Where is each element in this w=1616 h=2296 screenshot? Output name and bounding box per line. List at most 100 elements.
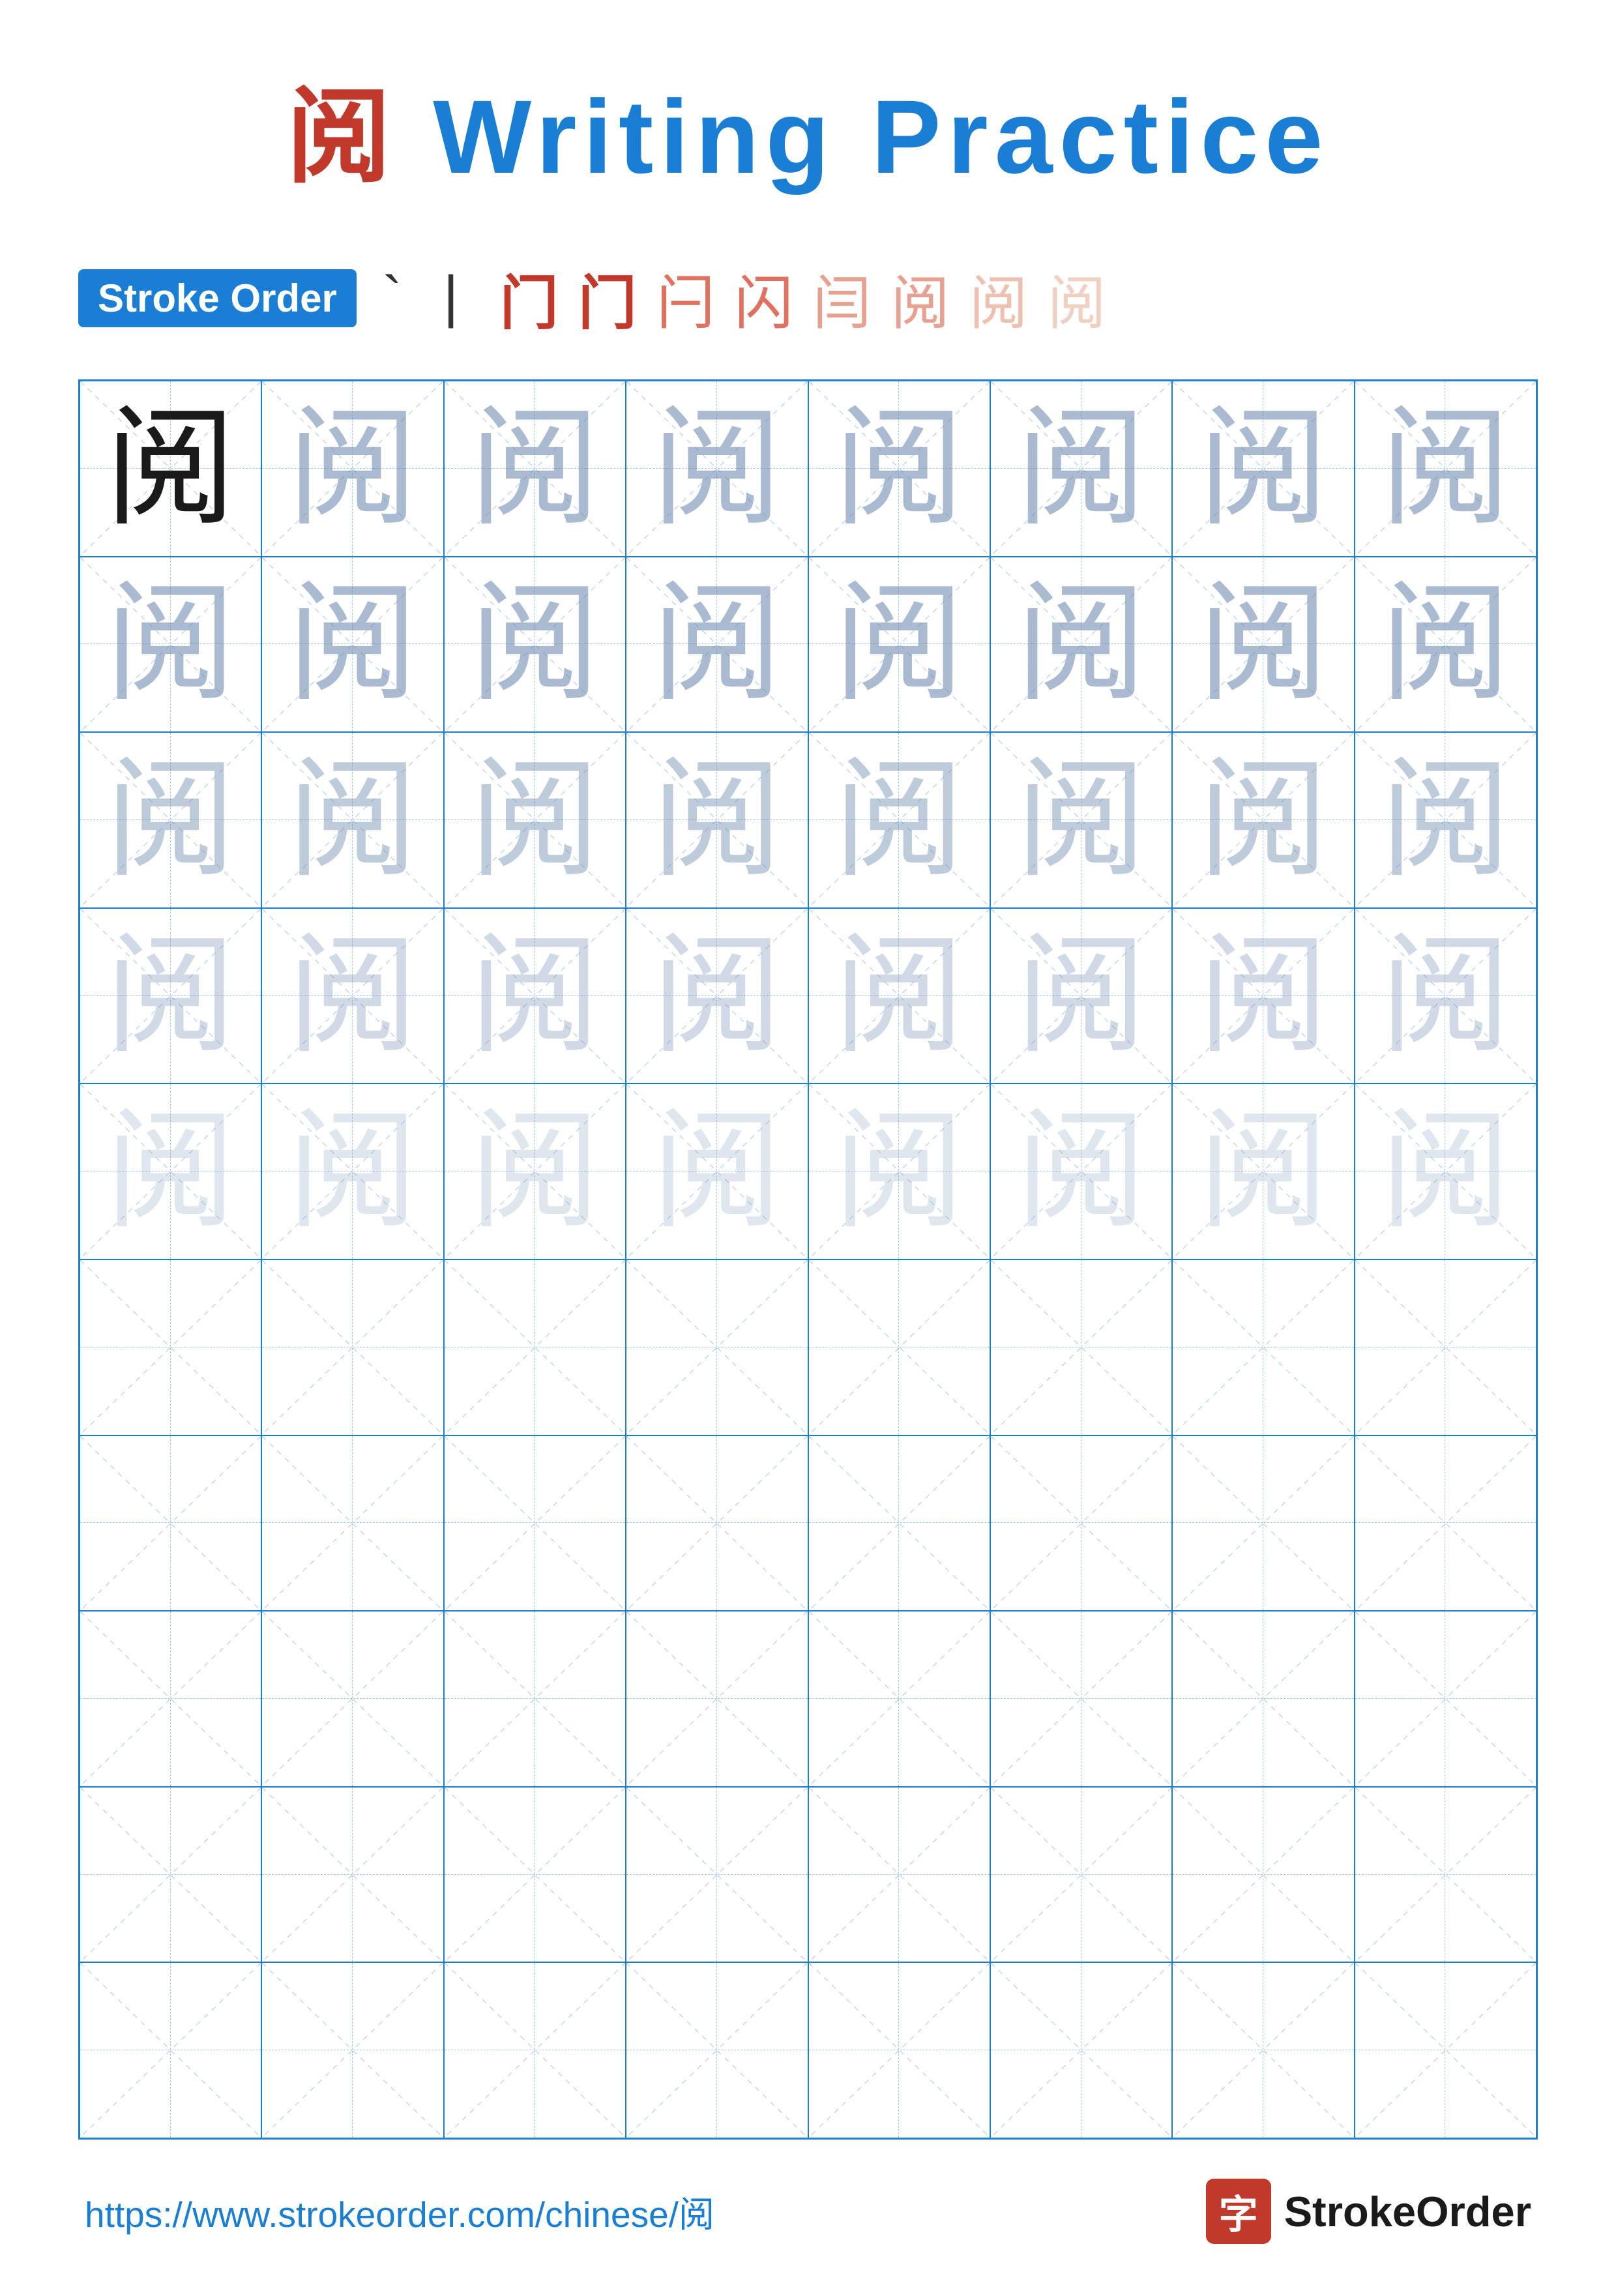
stroke-4: 门 bbox=[578, 256, 637, 340]
grid-cell bbox=[1355, 1787, 1536, 1963]
grid-cell: 阅 bbox=[444, 381, 626, 557]
grid-cell: 阅 bbox=[80, 557, 261, 733]
practice-char: 阅 bbox=[1016, 931, 1147, 1061]
practice-char: 阅 bbox=[1380, 404, 1510, 534]
practice-char: 阅 bbox=[106, 579, 236, 709]
grid-cell bbox=[444, 1962, 626, 2138]
grid-cell bbox=[626, 1787, 808, 1963]
grid-cell bbox=[261, 1962, 443, 2138]
footer-url[interactable]: https://www.strokeorder.com/chinese/阅 bbox=[85, 2185, 714, 2237]
practice-char: 阅 bbox=[1198, 579, 1329, 709]
grid-cell: 阅 bbox=[808, 908, 990, 1084]
footer-logo: 字 StrokeOrder bbox=[1206, 2179, 1531, 2244]
grid-cell bbox=[1172, 1962, 1354, 2138]
grid-cell: 阅 bbox=[626, 381, 808, 557]
grid-cell: 阅 bbox=[261, 1083, 443, 1259]
practice-char: 阅 bbox=[652, 755, 782, 885]
practice-char: 阅 bbox=[652, 1106, 782, 1237]
stroke-9: 阅 bbox=[969, 256, 1028, 340]
grid-cell bbox=[261, 1787, 443, 1963]
page-title: 阅 Writing Practice bbox=[78, 52, 1538, 203]
practice-char: 阅 bbox=[1016, 1106, 1147, 1237]
grid-cell: 阅 bbox=[1355, 381, 1536, 557]
practice-char: 阅 bbox=[834, 579, 964, 709]
practice-char: 阅 bbox=[652, 931, 782, 1061]
grid-cell: 阅 bbox=[1355, 732, 1536, 908]
title-char: 阅 bbox=[287, 78, 398, 195]
grid-cell: 阅 bbox=[80, 908, 261, 1084]
practice-char: 阅 bbox=[1016, 579, 1147, 709]
title-text: Writing Practice bbox=[433, 78, 1329, 195]
grid-cell: 阅 bbox=[626, 1083, 808, 1259]
practice-char: 阅 bbox=[106, 1106, 236, 1237]
grid-cell: 阅 bbox=[444, 557, 626, 733]
practice-char: 阅 bbox=[1198, 404, 1329, 534]
grid-cell: 阅 bbox=[1172, 381, 1354, 557]
practice-char: 阅 bbox=[287, 755, 418, 885]
grid-cell: 阅 bbox=[261, 732, 443, 908]
grid-cell bbox=[626, 1435, 808, 1612]
grid-cell bbox=[808, 1787, 990, 1963]
stroke-1: ` bbox=[383, 265, 402, 332]
stroke-2: 丨 bbox=[422, 256, 480, 340]
grid-cell bbox=[808, 1259, 990, 1435]
practice-char: 阅 bbox=[287, 1106, 418, 1237]
grid-cell: 阅 bbox=[990, 1083, 1172, 1259]
grid-cell: 阅 bbox=[990, 557, 1172, 733]
grid-cell: 阅 bbox=[1355, 1083, 1536, 1259]
grid-cell bbox=[80, 1787, 261, 1963]
practice-char: 阅 bbox=[1198, 931, 1329, 1061]
stroke-5: 闩 bbox=[656, 256, 715, 340]
practice-char: 阅 bbox=[1198, 755, 1329, 885]
grid-cell: 阅 bbox=[444, 1083, 626, 1259]
grid-cell bbox=[626, 1611, 808, 1787]
practice-char: 阅 bbox=[1016, 404, 1147, 534]
grid-cell: 阅 bbox=[80, 381, 261, 557]
practice-char: 阅 bbox=[1016, 755, 1147, 885]
grid-cell bbox=[1172, 1787, 1354, 1963]
grid-cell bbox=[1355, 1611, 1536, 1787]
practice-char: 阅 bbox=[287, 404, 418, 534]
stroke-order-chars: ` 丨 门 门 闩 闪 闫 阅 阅 阅 bbox=[383, 256, 1106, 340]
practice-char: 阅 bbox=[1380, 579, 1510, 709]
grid-cell bbox=[80, 1611, 261, 1787]
grid-cell bbox=[1172, 1611, 1354, 1787]
grid-cell: 阅 bbox=[626, 908, 808, 1084]
grid-cell: 阅 bbox=[990, 908, 1172, 1084]
practice-char: 阅 bbox=[834, 404, 964, 534]
grid-cell: 阅 bbox=[1355, 908, 1536, 1084]
grid-cell bbox=[1355, 1435, 1536, 1612]
stroke-order-row: Stroke Order ` 丨 门 门 闩 闪 闫 阅 阅 阅 bbox=[78, 256, 1538, 340]
practice-char: 阅 bbox=[469, 404, 600, 534]
practice-char: 阅 bbox=[1380, 1106, 1510, 1237]
grid-cell bbox=[261, 1611, 443, 1787]
grid-cell: 阅 bbox=[1172, 557, 1354, 733]
grid-cell bbox=[1172, 1259, 1354, 1435]
stroke-10: 阅 bbox=[1048, 256, 1106, 340]
grid-cell bbox=[80, 1962, 261, 2138]
practice-char: 阅 bbox=[834, 1106, 964, 1237]
practice-grid: 阅阅阅阅阅阅阅阅阅阅阅阅阅阅阅阅阅阅阅阅阅阅阅阅阅阅阅阅阅阅阅阅阅阅阅阅阅阅阅阅 bbox=[78, 379, 1538, 2140]
grid-cell: 阅 bbox=[990, 381, 1172, 557]
stroke-3: 门 bbox=[500, 256, 559, 340]
grid-cell bbox=[1355, 1962, 1536, 2138]
grid-cell: 阅 bbox=[1172, 908, 1354, 1084]
practice-char: 阅 bbox=[1380, 755, 1510, 885]
grid-cell: 阅 bbox=[261, 381, 443, 557]
practice-char: 阅 bbox=[652, 404, 782, 534]
footer-logo-icon: 字 bbox=[1206, 2179, 1271, 2244]
stroke-7: 闫 bbox=[813, 256, 872, 340]
grid-cell bbox=[626, 1259, 808, 1435]
grid-cell: 阅 bbox=[444, 908, 626, 1084]
grid-cell: 阅 bbox=[626, 732, 808, 908]
practice-char: 阅 bbox=[834, 931, 964, 1061]
stroke-8: 阅 bbox=[891, 256, 950, 340]
practice-char: 阅 bbox=[469, 1106, 600, 1237]
grid-cell: 阅 bbox=[808, 557, 990, 733]
grid-cell bbox=[261, 1435, 443, 1612]
grid-cell: 阅 bbox=[990, 732, 1172, 908]
grid-cell bbox=[261, 1259, 443, 1435]
grid-cell bbox=[990, 1787, 1172, 1963]
grid-cell: 阅 bbox=[80, 1083, 261, 1259]
grid-cell: 阅 bbox=[626, 557, 808, 733]
